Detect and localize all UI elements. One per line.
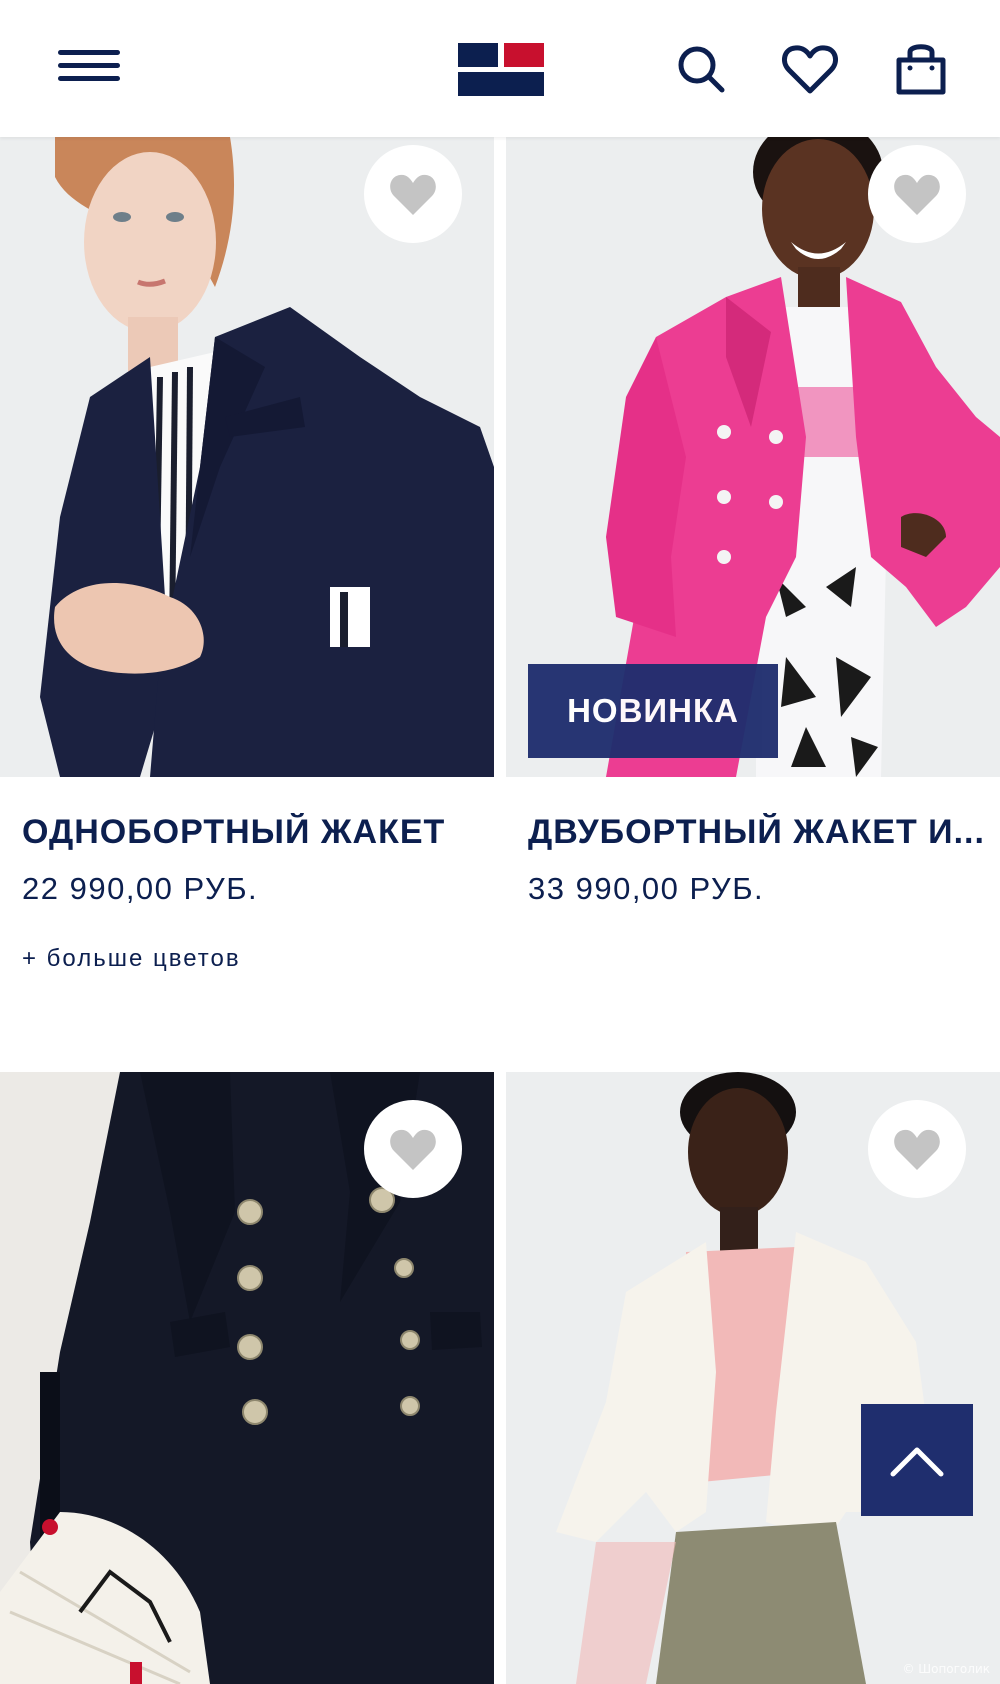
search-icon[interactable]: [670, 38, 732, 100]
product-card[interactable]: НОВИНКА ДВУБОРТНЫЙ ЖАКЕТ И... 33 990,00 …: [506, 137, 1000, 1037]
product-price: 22 990,00 РУБ.: [22, 871, 259, 906]
heart-filled-icon: [390, 1129, 436, 1170]
brand-logo[interactable]: [458, 43, 544, 96]
favorite-button[interactable]: [868, 145, 966, 243]
heart-filled-icon: [894, 1129, 940, 1170]
scroll-to-top-button[interactable]: [861, 1404, 973, 1516]
product-card[interactable]: [0, 1072, 494, 1684]
heart-outline-icon[interactable]: [779, 38, 841, 100]
chevron-up-icon: [890, 1447, 944, 1477]
product-title[interactable]: ОДНОБОРТНЫЙ ЖАКЕТ: [22, 813, 492, 852]
favorite-button[interactable]: [364, 1100, 462, 1198]
product-title[interactable]: ДВУБОРТНЫЙ ЖАКЕТ И...: [528, 813, 998, 852]
product-price: 33 990,00 РУБ.: [528, 871, 765, 906]
heart-filled-icon: [390, 174, 436, 215]
new-badge: НОВИНКА: [528, 664, 778, 758]
favorite-button[interactable]: [364, 145, 462, 243]
top-header: [0, 0, 1000, 137]
product-card[interactable]: ОДНОБОРТНЫЙ ЖАКЕТ 22 990,00 РУБ. + больш…: [0, 137, 494, 1037]
heart-filled-icon: [894, 174, 940, 215]
more-colors-link[interactable]: + больше цветов: [22, 945, 241, 973]
hamburger-menu-icon[interactable]: [58, 50, 120, 90]
shopping-bag-icon[interactable]: [890, 38, 952, 100]
favorite-button[interactable]: [868, 1100, 966, 1198]
product-card[interactable]: [506, 1072, 1000, 1684]
watermark: © Шопоголик: [902, 1662, 990, 1676]
